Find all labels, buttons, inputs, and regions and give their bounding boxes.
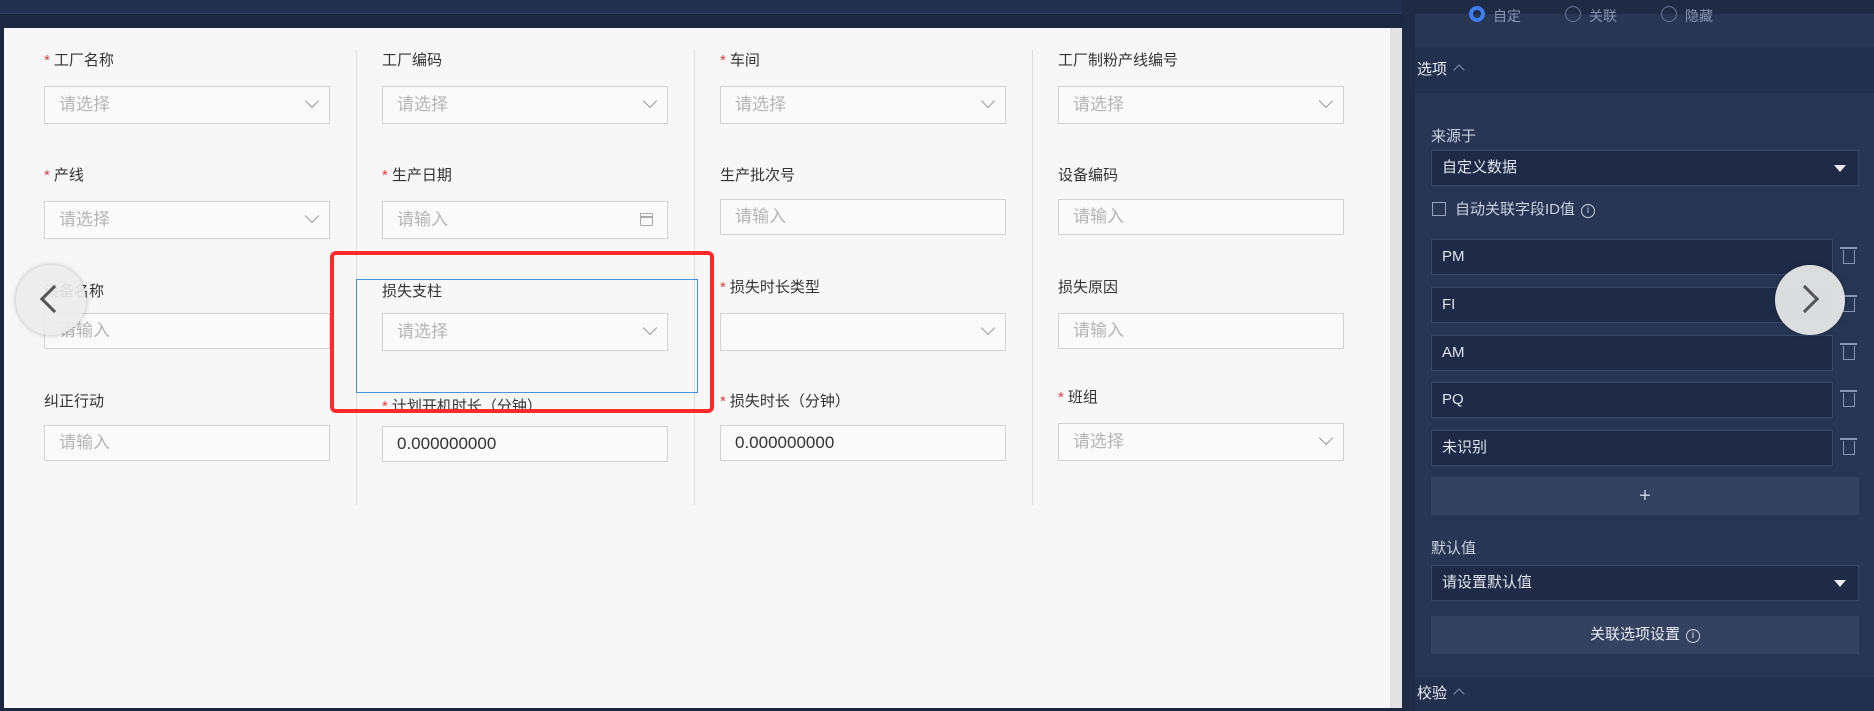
- app-window: * 工厂名称 请选择 工厂编码 请选择 * 车间 请选择 工厂制粉产线编号 请选择 …: [0, 0, 1874, 711]
- field-label: 工厂制粉产线编号: [1058, 52, 1179, 69]
- field-state-radios: 自定 关联 隐藏: [1429, 6, 1829, 40]
- field-label: 工厂编码: [382, 52, 443, 69]
- radio-label: 自定: [1493, 8, 1521, 24]
- field-team: * 班组 请选择: [1058, 387, 1344, 461]
- factory-code-select[interactable]: 请选择: [382, 86, 668, 124]
- default-value-select[interactable]: 请设置默认值: [1431, 565, 1859, 601]
- workshop-select[interactable]: 请选择: [720, 86, 1006, 124]
- field-label: 纠正行动: [44, 393, 105, 410]
- field-loss-reason: 损失原因 请输入: [1058, 277, 1344, 349]
- add-option-button[interactable]: +: [1431, 477, 1859, 515]
- chevron-down-icon: [642, 93, 658, 109]
- field-production-line: * 产线 请选择: [44, 165, 330, 239]
- chevron-down-icon: [980, 93, 996, 109]
- field-production-date: * 生产日期 请输入: [382, 165, 668, 239]
- field-label: 生产日期: [391, 167, 452, 184]
- chevron-down-icon: [980, 320, 996, 336]
- option-item[interactable]: 未识别: [1431, 430, 1833, 466]
- field-factory-code: 工厂编码 请选择: [382, 50, 668, 124]
- field-label: 生产批次号: [720, 167, 796, 184]
- highlight-annotation: [330, 251, 714, 413]
- chevron-right-icon: [1790, 284, 1820, 314]
- field-equipment-code: 设备编码 请输入: [1058, 165, 1344, 235]
- field-label: 产线: [53, 167, 84, 184]
- chevron-down-icon: [1318, 430, 1334, 446]
- source-label: 来源于: [1431, 128, 1477, 145]
- required-mark: *: [720, 52, 726, 69]
- properties-panel: 自定 关联 隐藏 选项 来源于 自定义数据 自动关联字段ID值 i PM FI A…: [1402, 0, 1874, 711]
- milling-line-select[interactable]: 请选择: [1058, 86, 1344, 124]
- planned-runtime-input[interactable]: 0.000000000: [382, 426, 668, 462]
- auto-link-checkbox[interactable]: [1432, 202, 1446, 216]
- chevron-up-icon: [1453, 688, 1465, 700]
- radio-label: 隐藏: [1685, 8, 1713, 24]
- next-button[interactable]: [1775, 265, 1845, 335]
- field-label: 损失时长（分钟）: [729, 393, 850, 410]
- required-mark: *: [382, 167, 388, 184]
- trash-icon[interactable]: [1840, 247, 1857, 264]
- batch-no-input[interactable]: 请输入: [720, 199, 1006, 235]
- field-loss-duration: * 损失时长（分钟） 0.000000000: [720, 391, 1006, 461]
- field-loss-duration-type: * 损失时长类型: [720, 277, 1006, 351]
- trash-icon[interactable]: [1840, 438, 1857, 455]
- required-mark: *: [44, 167, 50, 184]
- link-options-settings-button[interactable]: 关联选项设置 i: [1431, 616, 1859, 654]
- source-select[interactable]: 自定义数据: [1431, 150, 1859, 186]
- option-item[interactable]: PM: [1431, 239, 1833, 275]
- form-canvas: * 工厂名称 请选择 工厂编码 请选择 * 车间 请选择 工厂制粉产线编号 请选择 …: [4, 28, 1390, 708]
- option-item[interactable]: AM: [1431, 335, 1833, 371]
- column-divider: [1032, 50, 1033, 505]
- canvas-scrollbar[interactable]: [1390, 28, 1402, 708]
- option-item[interactable]: FI: [1431, 287, 1833, 323]
- trash-icon[interactable]: [1840, 343, 1857, 360]
- option-item[interactable]: PQ: [1431, 382, 1833, 418]
- options-section-header[interactable]: 选项: [1415, 47, 1874, 93]
- required-mark: *: [1058, 389, 1064, 406]
- required-mark: *: [44, 52, 50, 69]
- validation-section-header[interactable]: 校验: [1415, 677, 1874, 711]
- default-value-label: 默认值: [1431, 540, 1477, 557]
- field-label: 车间: [729, 52, 760, 69]
- radio-selected[interactable]: [1469, 6, 1485, 22]
- chevron-down-icon: [304, 208, 320, 224]
- production-line-select[interactable]: 请选择: [44, 201, 330, 239]
- equipment-code-input[interactable]: 请输入: [1058, 199, 1344, 235]
- trash-icon[interactable]: [1840, 390, 1857, 407]
- loss-duration-type-select[interactable]: [720, 313, 1006, 351]
- corrective-action-input[interactable]: 请输入: [44, 425, 330, 461]
- chevron-down-icon: [1318, 93, 1334, 109]
- production-date-input[interactable]: 请输入: [382, 201, 668, 239]
- field-equipment-name: 设备名称 请输入: [44, 281, 330, 349]
- radio[interactable]: [1661, 6, 1677, 22]
- field-label: 设备编码: [1058, 167, 1119, 184]
- chevron-up-icon: [1453, 64, 1465, 76]
- team-select[interactable]: 请选择: [1058, 423, 1344, 461]
- required-mark: *: [720, 393, 726, 410]
- field-workshop: * 车间 请选择: [720, 50, 1006, 124]
- auto-link-label: 自动关联字段ID值 i: [1455, 198, 1596, 219]
- chevron-left-icon: [39, 284, 69, 314]
- field-label: 损失时长类型: [729, 279, 820, 296]
- info-icon: i: [1581, 204, 1596, 218]
- caret-down-icon: [1834, 165, 1846, 172]
- required-mark: *: [720, 279, 726, 296]
- factory-name-select[interactable]: 请选择: [44, 86, 330, 124]
- calendar-icon: [640, 213, 653, 226]
- field-milling-line-no: 工厂制粉产线编号 请选择: [1058, 50, 1344, 124]
- field-corrective-action: 纠正行动 请输入: [44, 391, 330, 461]
- loss-reason-input[interactable]: 请输入: [1058, 313, 1344, 349]
- caret-down-icon: [1834, 580, 1846, 587]
- field-factory-name: * 工厂名称 请选择: [44, 50, 330, 124]
- field-label: 工厂名称: [53, 52, 114, 69]
- chevron-down-icon: [304, 93, 320, 109]
- previous-button[interactable]: [16, 265, 86, 335]
- equipment-name-input[interactable]: 请输入: [44, 313, 330, 349]
- radio[interactable]: [1565, 6, 1581, 22]
- loss-duration-input[interactable]: 0.000000000: [720, 425, 1006, 461]
- field-label: 损失原因: [1058, 279, 1119, 296]
- radio-label: 关联: [1589, 8, 1617, 24]
- info-icon: i: [1686, 629, 1700, 643]
- field-batch-no: 生产批次号 请输入: [720, 165, 1006, 235]
- field-label: 班组: [1067, 389, 1098, 406]
